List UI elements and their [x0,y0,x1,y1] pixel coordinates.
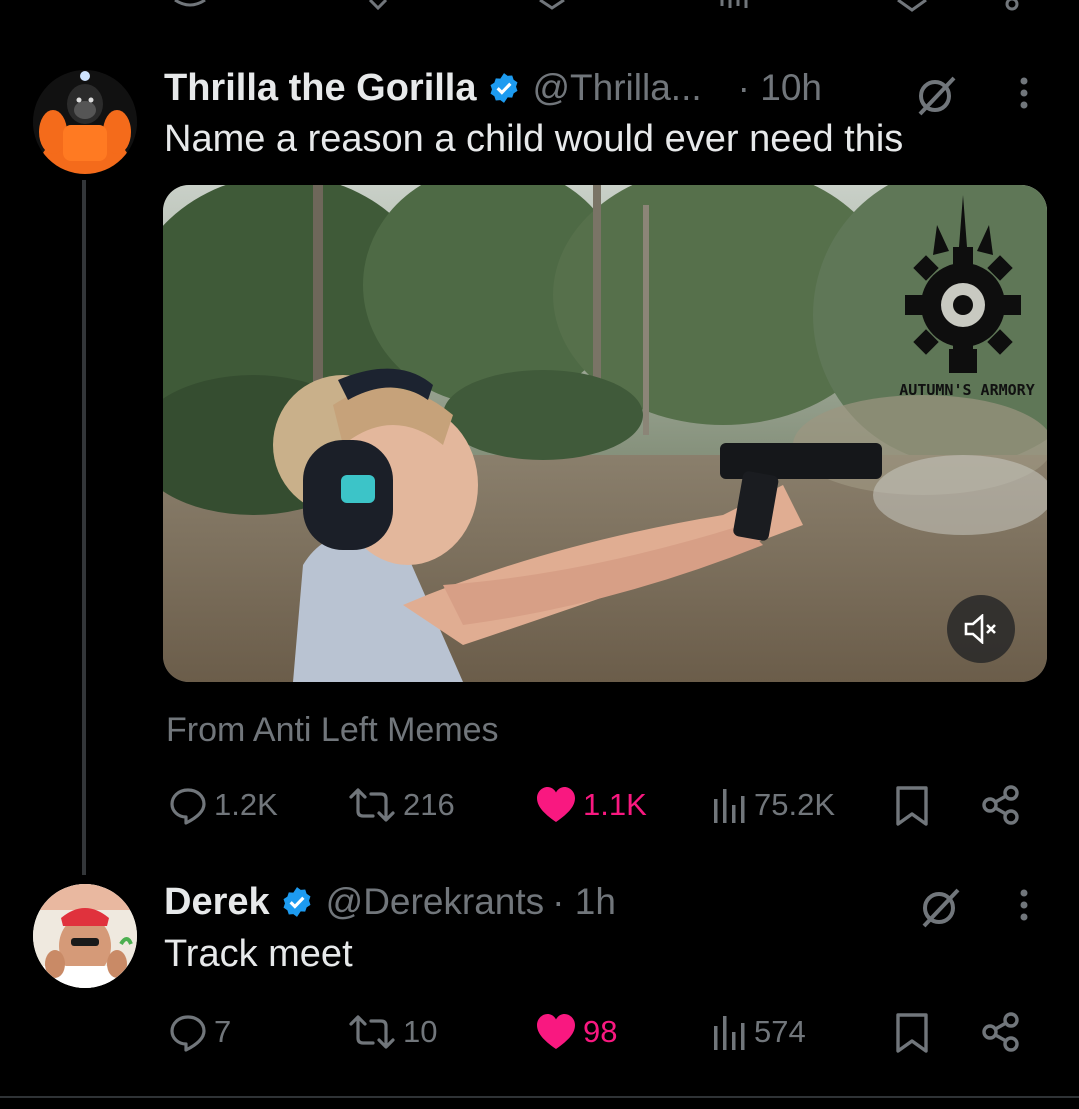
cutoff-action-icons [174,0,1019,12]
grok-icon[interactable] [914,72,960,118]
source-attribution[interactable]: From Anti Left Memes [166,711,499,750]
repost-button[interactable]: 216 [347,785,455,825]
mute-button[interactable] [947,595,1015,663]
heart-filled-icon [537,787,575,822]
author-name[interactable]: Derek [164,881,270,924]
share-icon [982,1012,1019,1052]
gorilla-avatar-image [33,70,137,174]
repost-count: 216 [403,787,455,822]
like-count: 1.1K [583,787,647,822]
grok-icon[interactable] [918,884,964,930]
derek-avatar-image [33,884,137,988]
author-handle[interactable]: @Thrilla... [533,67,702,109]
video-player[interactable]: AUTUMN'S ARMORY [163,185,1047,682]
more-options-icon[interactable] [1016,76,1032,110]
reply-count: 7 [214,1014,232,1049]
repost-button[interactable]: 10 [347,1012,437,1052]
tweet-time[interactable]: · 10h [738,67,822,109]
author-name[interactable]: Thrilla the Gorilla [164,67,477,110]
reply-icon [170,788,206,825]
view-count: 75.2K [754,787,836,822]
like-count: 98 [583,1014,618,1049]
repost-icon [349,788,395,822]
bookmark-button[interactable] [894,1012,930,1054]
reply-text: Track meet [164,933,353,975]
heart-filled-icon [537,1014,575,1049]
views-button[interactable]: 75.2K [712,785,835,825]
tweet-header: Thrilla the Gorilla @Thrilla... · 10h [164,64,822,112]
view-count: 574 [754,1014,806,1049]
bookmark-icon [896,1013,928,1053]
reply-header: Derek @Derekrants · 1h [164,878,616,926]
reply-icon [170,1015,206,1052]
share-icon [982,785,1019,825]
divider [0,1096,1079,1098]
verified-badge-icon [487,71,521,105]
views-icon [714,1016,745,1050]
bookmark-icon [896,786,928,826]
views-icon [714,789,745,823]
thread-connector-line [82,180,86,875]
video-frame-image: AUTUMN'S ARMORY [163,185,1047,682]
more-options-icon[interactable] [1016,888,1032,922]
reply-count: 1.2K [214,787,278,822]
watermark-text: AUTUMN'S ARMORY [899,381,1034,399]
author-handle[interactable]: @Derekrants [326,881,545,923]
previous-tweet-actions [0,0,1079,14]
bookmark-button[interactable] [894,785,930,827]
like-button[interactable]: 1.1K [535,785,647,825]
avatar[interactable] [33,70,137,174]
like-button[interactable]: 98 [535,1012,617,1052]
reply-button[interactable]: 7 [168,1012,231,1052]
share-button[interactable] [980,1011,1022,1053]
reply-time[interactable]: · 1h [552,881,616,923]
repost-count: 10 [403,1014,438,1049]
avatar[interactable] [33,884,137,988]
verified-badge-icon [280,885,314,919]
reply-button[interactable]: 1.2K [168,785,278,825]
repost-icon [349,1015,395,1049]
share-button[interactable] [980,784,1022,826]
views-button[interactable]: 574 [712,1012,806,1052]
muted-speaker-icon [964,614,996,644]
tweet-text: Name a reason a child would ever need th… [164,118,904,160]
